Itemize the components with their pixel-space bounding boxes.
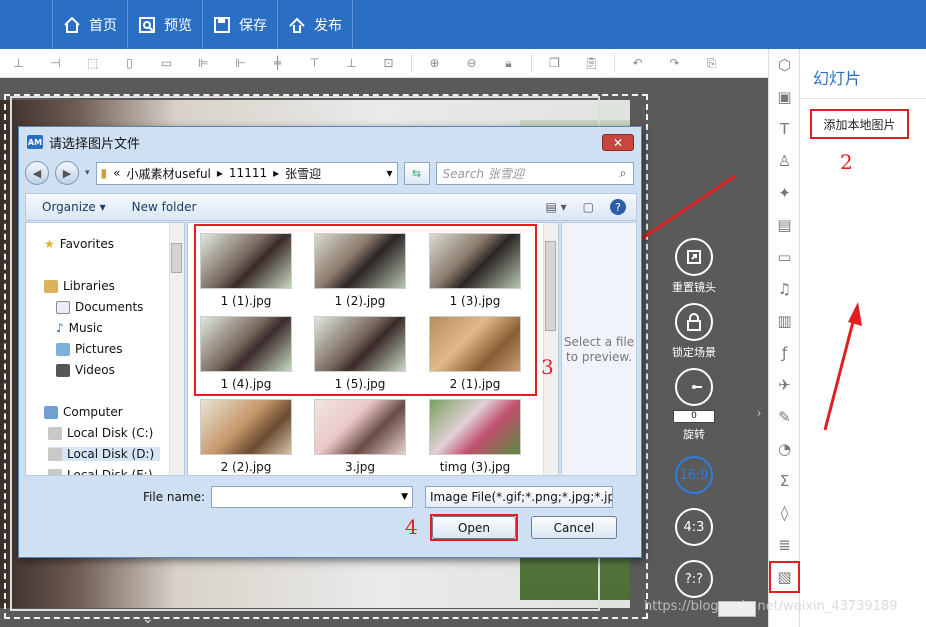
nav-pictures[interactable]: Pictures — [56, 342, 123, 356]
file-name-input[interactable]: ▼ — [211, 486, 413, 508]
close-button[interactable]: ✕ — [602, 134, 634, 151]
file-type-select[interactable]: Image File(*.gif;*.png;*.jpg;*.jpe ▼ — [425, 486, 613, 508]
close-icon: ✕ — [612, 135, 624, 150]
file-name-dropdown-icon[interactable]: ▼ — [401, 492, 408, 502]
nav-libraries[interactable]: Libraries — [44, 279, 115, 293]
file-thumbnail — [200, 399, 292, 455]
file-name: 3.jpg — [344, 460, 376, 474]
command-bar: Organize ▾ New folder ▤ ▾ ▢ ? — [25, 193, 637, 221]
watermark: https://blog.csdn.net/weixin_43739189 — [644, 599, 898, 614]
file-thumbnail — [314, 399, 406, 455]
breadcrumb-separator-icon: ▸ — [273, 166, 280, 180]
search-placeholder: Search 张雪迎 — [442, 166, 524, 181]
refresh-icon: ⇆ — [411, 166, 422, 180]
nav-documents[interactable]: Documents — [56, 300, 143, 314]
arrow-left-icon: ◀ — [32, 166, 42, 180]
file-open-dialog: AM 请选择图片文件 ✕ ◀ ▶ ▾ ▮ « 小戚素材useful ▸ 1111… — [18, 126, 642, 558]
music-icon: ♪ — [56, 321, 64, 335]
computer-icon — [44, 405, 58, 419]
nav-disk-c[interactable]: Local Disk (C:) — [48, 426, 153, 440]
nav-label: Music — [68, 321, 103, 335]
annotation-4: 4 — [405, 515, 418, 539]
nav-label: Local Disk (C:) — [67, 426, 154, 440]
disk-icon — [48, 426, 62, 440]
annotation-arrowhead-1 — [848, 302, 862, 326]
file-scroll-thumb[interactable] — [545, 241, 556, 331]
new-folder-button[interactable]: New folder — [132, 200, 197, 214]
nav-label: Favorites — [59, 237, 114, 251]
view-controls: ▤ ▾ ▢ ? — [545, 199, 636, 215]
nav-label: Pictures — [75, 342, 123, 356]
file-name: 2 (2).jpg — [220, 460, 272, 474]
history-dropdown-icon[interactable]: ▾ — [85, 168, 90, 178]
organize-label: Organize — [42, 200, 96, 214]
search-icon: ⌕ — [619, 165, 627, 180]
file-thumbnail — [429, 399, 521, 455]
organize-button[interactable]: Organize ▾ — [42, 200, 106, 214]
nav-disk-e[interactable]: Local Disk (E:) — [48, 468, 153, 476]
file-item[interactable]: 3.jpg — [310, 399, 410, 474]
refresh-button[interactable]: ⇆ — [403, 161, 430, 185]
taskbar-icon — [718, 601, 756, 617]
arrow-right-icon: ▶ — [62, 166, 72, 180]
annotation-arrow-1 — [823, 313, 857, 431]
star-icon: ★ — [44, 237, 55, 251]
change-view-button[interactable]: ▤ ▾ — [545, 200, 566, 214]
search-box[interactable]: Search 张雪迎 ⌕ — [435, 161, 634, 185]
annotation-box-open — [430, 514, 518, 541]
app-logo-icon: AM — [27, 135, 43, 149]
videos-icon — [56, 363, 70, 377]
file-type-value: Image File(*.gif;*.png;*.jpg;*.jpe — [430, 490, 613, 504]
breadcrumb-item[interactable]: 张雪迎 — [285, 165, 321, 182]
breadcrumb-separator-icon: ▸ — [216, 166, 223, 180]
nav-label: Documents — [75, 300, 144, 314]
file-name-row: File name: ▼ Image File(*.gif;*.png;*.jp… — [25, 485, 637, 509]
address-bar[interactable]: ▮ « 小戚素材useful ▸ 11111 ▸ 张雪迎 ▾ — [95, 161, 398, 185]
dialog-title: 请选择图片文件 — [49, 136, 141, 152]
disk-icon — [48, 468, 62, 475]
file-item[interactable]: timg (3).jpg — [425, 399, 525, 474]
nav-label: Local Disk (D:) — [67, 447, 155, 461]
folder-icon: ▮ — [100, 166, 108, 180]
file-item[interactable]: 2 (2).jpg — [196, 399, 296, 474]
documents-icon — [56, 300, 70, 314]
nav-favorites[interactable]: ★ Favorites — [44, 237, 114, 251]
libraries-icon — [44, 279, 58, 293]
nav-scroll-thumb[interactable] — [171, 243, 182, 273]
nav-disk-d[interactable]: Local Disk (D:) — [48, 447, 161, 461]
nav-label: Libraries — [63, 279, 115, 293]
file-scrollbar[interactable] — [543, 223, 558, 475]
nav-label: Local Disk (E:) — [67, 468, 153, 476]
help-icon[interactable]: ? — [610, 199, 626, 215]
nav-scrollbar[interactable] — [169, 223, 184, 475]
navigation-pane: ★ Favorites Libraries Documents ♪ Music Pi… — [25, 222, 185, 476]
file-name-label: File name: — [143, 490, 205, 504]
address-row: ◀ ▶ ▾ ▮ « 小戚素材useful ▸ 11111 ▸ 张雪迎 ▾ ⇆ S… — [25, 159, 637, 187]
nav-computer[interactable]: Computer — [44, 405, 123, 419]
preview-pane-button[interactable]: ▢ — [583, 200, 594, 214]
annotation-3: 3 — [541, 355, 554, 379]
nav-label: Videos — [75, 363, 115, 377]
dialog-titlebar: AM 请选择图片文件 — [19, 127, 641, 157]
cancel-button[interactable]: Cancel — [531, 516, 617, 539]
breadcrumb-item[interactable]: 11111 — [229, 166, 267, 180]
annotation-box-files — [194, 224, 537, 396]
disk-icon — [48, 447, 62, 461]
file-name: timg (3).jpg — [439, 460, 511, 474]
forward-button[interactable]: ▶ — [55, 161, 79, 185]
nav-videos[interactable]: Videos — [56, 363, 115, 377]
preview-pane: Select a file to preview. — [561, 222, 637, 476]
breadcrumb-item[interactable]: 小戚素材useful — [126, 165, 210, 182]
nav-music[interactable]: ♪ Music — [56, 321, 103, 335]
back-button[interactable]: ◀ — [25, 161, 49, 185]
nav-label: Computer — [63, 405, 123, 419]
address-dropdown-icon[interactable]: ▾ — [387, 166, 393, 180]
breadcrumb-overflow[interactable]: « — [113, 166, 120, 180]
pictures-icon — [56, 342, 70, 356]
